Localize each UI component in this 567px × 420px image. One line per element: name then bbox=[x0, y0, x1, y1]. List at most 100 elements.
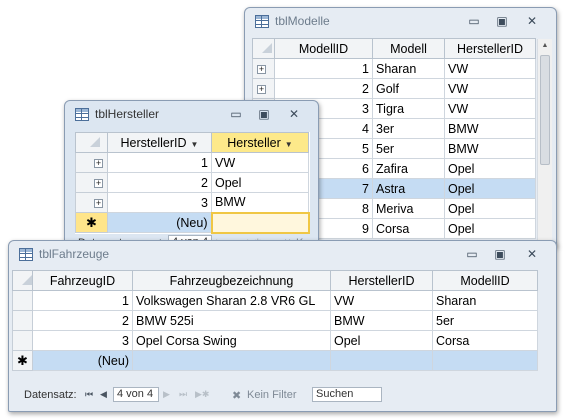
select-all-cell[interactable] bbox=[75, 132, 108, 153]
expand-icon[interactable]: + bbox=[94, 178, 103, 188]
cell[interactable] bbox=[432, 350, 538, 371]
cell[interactable]: VW bbox=[444, 98, 536, 119]
column-header[interactable]: HerstellerID bbox=[330, 270, 433, 291]
dropdown-arrow-icon[interactable]: ▼ bbox=[191, 140, 199, 149]
vertical-scrollbar[interactable]: ▲ bbox=[537, 39, 552, 246]
cell[interactable]: Opel bbox=[444, 198, 536, 219]
cell[interactable]: Opel bbox=[330, 330, 433, 351]
cell[interactable]: 2 bbox=[274, 78, 373, 99]
cell[interactable]: BMW bbox=[211, 192, 309, 213]
cell[interactable]: 3 bbox=[32, 330, 133, 351]
dropdown-arrow-icon[interactable]: ▼ bbox=[285, 140, 293, 149]
row-selector[interactable]: + bbox=[75, 152, 108, 173]
cell[interactable]: Volkswagen Sharan 2.8 VR6 GL bbox=[132, 290, 331, 311]
cell[interactable]: 5er bbox=[372, 138, 445, 159]
cell[interactable]: 2 bbox=[32, 310, 133, 331]
cell[interactable] bbox=[132, 350, 331, 371]
search-input[interactable]: Suchen bbox=[312, 387, 382, 402]
next-record-button[interactable]: ▶ bbox=[163, 389, 170, 400]
cell[interactable]: Zafira bbox=[372, 158, 445, 179]
select-all-cell[interactable] bbox=[252, 38, 275, 59]
cell[interactable]: VW bbox=[444, 78, 536, 99]
scroll-thumb[interactable] bbox=[540, 55, 550, 165]
previous-record-button[interactable]: ◀ bbox=[100, 389, 107, 400]
filter-icon[interactable]: ✖ bbox=[232, 389, 241, 402]
cell[interactable]: Opel Corsa Swing bbox=[132, 330, 331, 351]
expand-icon[interactable]: + bbox=[94, 158, 103, 168]
cell[interactable]: VW bbox=[330, 290, 433, 311]
row-selector[interactable]: + bbox=[252, 58, 275, 79]
expand-icon[interactable]: + bbox=[257, 84, 266, 94]
new-record-button[interactable]: ▶✱ bbox=[195, 389, 209, 400]
current-cell[interactable] bbox=[210, 211, 310, 234]
row-selector[interactable] bbox=[12, 330, 33, 351]
cell[interactable]: 1 bbox=[32, 290, 133, 311]
cell[interactable]: Astra bbox=[372, 178, 445, 199]
cell[interactable]: 3 bbox=[107, 192, 212, 213]
cell[interactable]: Opel bbox=[444, 158, 536, 179]
cell[interactable]: 2 bbox=[107, 172, 212, 193]
cell[interactable]: VW bbox=[444, 58, 536, 79]
cell[interactable]: 3er bbox=[372, 118, 445, 139]
cell[interactable]: Golf bbox=[372, 78, 445, 99]
column-header[interactable]: HerstellerID bbox=[444, 38, 536, 59]
filter-status[interactable]: Kein Filter bbox=[247, 389, 297, 401]
cell[interactable]: Opel bbox=[444, 218, 536, 239]
titlebar-tblfahrzeuge[interactable]: tblFahrzeuge ▭ ▣ ✕ bbox=[9, 241, 556, 269]
cell[interactable]: BMW 525i bbox=[132, 310, 331, 331]
cell[interactable]: Opel bbox=[211, 172, 309, 193]
maximize-button[interactable]: ▣ bbox=[489, 11, 515, 31]
cell[interactable]: Sharan bbox=[432, 290, 538, 311]
row-selector[interactable]: + bbox=[75, 172, 108, 193]
cell[interactable]: BMW bbox=[444, 138, 536, 159]
first-record-button[interactable]: ⏮ bbox=[85, 389, 93, 400]
row-selector[interactable]: ✱ bbox=[75, 212, 108, 233]
new-record-cell[interactable]: (Neu) bbox=[32, 350, 133, 371]
cell[interactable]: Corsa bbox=[432, 330, 538, 351]
column-header[interactable]: Fahrzeugbezeichnung bbox=[132, 270, 331, 291]
close-button[interactable]: ✕ bbox=[281, 104, 307, 124]
window-tblfahrzeuge[interactable]: tblFahrzeuge ▭ ▣ ✕ FahrzeugID Fahrzeugbe… bbox=[8, 240, 557, 412]
cell[interactable]: 1 bbox=[107, 152, 212, 173]
row-selector[interactable]: + bbox=[75, 192, 108, 213]
datasheet-tblfahrzeuge: FahrzeugID Fahrzeugbezeichnung Herstelle… bbox=[12, 270, 538, 371]
column-header[interactable]: Modell bbox=[372, 38, 445, 59]
select-all-cell[interactable] bbox=[12, 270, 33, 291]
cell[interactable] bbox=[330, 350, 433, 371]
window-tblhersteller[interactable]: tblHersteller ▭ ▣ ✕ HerstellerID ▼ Herste… bbox=[64, 100, 319, 255]
minimize-button[interactable]: ▭ bbox=[459, 244, 485, 264]
column-header[interactable]: ModellID bbox=[432, 270, 538, 291]
column-header-active[interactable]: Hersteller ▼ bbox=[211, 132, 309, 153]
new-record-cell[interactable]: (Neu) bbox=[107, 212, 212, 233]
column-header[interactable]: ModellID bbox=[274, 38, 373, 59]
minimize-button[interactable]: ▭ bbox=[223, 104, 249, 124]
cell[interactable]: BMW bbox=[444, 118, 536, 139]
cell[interactable]: VW bbox=[211, 152, 309, 173]
close-button[interactable]: ✕ bbox=[519, 11, 545, 31]
cell[interactable]: Meriva bbox=[372, 198, 445, 219]
record-position-field[interactable]: 4 von 4 bbox=[113, 387, 159, 402]
row-selector[interactable]: + bbox=[252, 78, 275, 99]
cell[interactable]: 1 bbox=[274, 58, 373, 79]
row-selector[interactable] bbox=[12, 290, 33, 311]
titlebar-tblhersteller[interactable]: tblHersteller ▭ ▣ ✕ bbox=[65, 101, 318, 129]
close-button[interactable]: ✕ bbox=[519, 244, 545, 264]
cell[interactable]: 5er bbox=[432, 310, 538, 331]
last-record-button[interactable]: ⏭ bbox=[179, 389, 187, 400]
expand-icon[interactable]: + bbox=[257, 64, 266, 74]
column-header[interactable]: HerstellerID ▼ bbox=[107, 132, 212, 153]
row-selector[interactable]: ✱ bbox=[12, 350, 33, 371]
cell[interactable]: BMW bbox=[330, 310, 433, 331]
cell[interactable]: Corsa bbox=[372, 218, 445, 239]
scroll-up-arrow[interactable]: ▲ bbox=[538, 39, 552, 53]
maximize-button[interactable]: ▣ bbox=[487, 244, 513, 264]
row-selector[interactable] bbox=[12, 310, 33, 331]
cell[interactable]: Sharan bbox=[372, 58, 445, 79]
minimize-button[interactable]: ▭ bbox=[461, 11, 487, 31]
maximize-button[interactable]: ▣ bbox=[251, 104, 277, 124]
expand-icon[interactable]: + bbox=[94, 198, 103, 208]
cell[interactable]: Opel bbox=[444, 178, 536, 199]
titlebar-tblmodelle[interactable]: tblModelle ▭ ▣ ✕ bbox=[245, 8, 556, 36]
cell[interactable]: Tigra bbox=[372, 98, 445, 119]
column-header[interactable]: FahrzeugID bbox=[32, 270, 133, 291]
